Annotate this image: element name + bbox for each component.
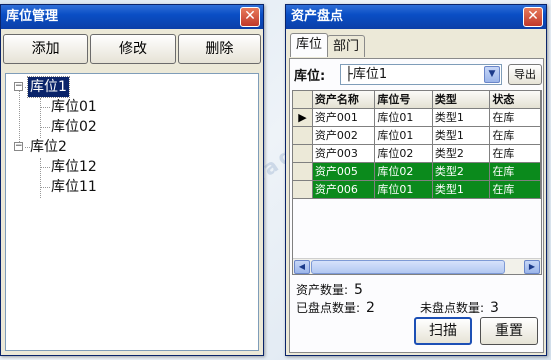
reset-button[interactable]: 重置 [480, 317, 538, 345]
checked-count-stat: 已盘点数量: 2 [296, 299, 375, 316]
export-button[interactable]: 导出 [508, 64, 542, 85]
unchecked-count-value: 3 [490, 300, 499, 316]
cell-asset-name[interactable]: 资产006 [312, 181, 376, 199]
right-titlebar: 资产盘点 ✕ [286, 5, 546, 29]
tree-label-location2[interactable]: 库位2 [30, 137, 67, 157]
column-header-status[interactable]: 状态 [490, 91, 541, 109]
cell-asset-name[interactable]: 资产002 [312, 127, 376, 145]
row-header[interactable] [293, 163, 313, 181]
tree-label-location1[interactable]: 库位1 [27, 76, 70, 98]
tab-panel: 库位: ├库位1 ▼ 导出 资产名称 库位号 类型 状态 ▶ 资产001 库位01 类… [289, 58, 544, 353]
tree-node-location1[interactable]: − 库位1 [6, 76, 258, 98]
checked-count-value: 2 [366, 300, 375, 316]
tree-label-location02[interactable]: 库位02 [51, 117, 97, 137]
cell-status[interactable]: 在库 [490, 127, 541, 145]
tree-line [40, 107, 50, 108]
column-header-type[interactable]: 类型 [432, 91, 491, 109]
tree-line [40, 167, 50, 168]
tree-line [40, 187, 50, 188]
asset-count-label: 资产数量: [296, 283, 349, 297]
collapse-icon[interactable]: − [14, 142, 23, 151]
tree-node-location11[interactable]: 库位11 [6, 177, 258, 197]
scroll-left-icon[interactable]: ◀ [294, 260, 310, 274]
grid-header: 资产名称 库位号 类型 状态 [293, 91, 541, 109]
add-button[interactable]: 添加 [3, 34, 89, 64]
cell-asset-name[interactable]: 资产005 [312, 163, 376, 181]
tab-location[interactable]: 库位 [290, 33, 329, 57]
tree-label-location12[interactable]: 库位12 [51, 157, 97, 177]
left-close-icon[interactable]: ✕ [240, 7, 260, 27]
cell-type[interactable]: 类型1 [432, 127, 491, 145]
table-row[interactable]: 资产005 库位02 类型2 在库 [293, 163, 541, 181]
tab-department[interactable]: 部门 [327, 35, 366, 57]
grid-body: ▶ 资产001 库位01 类型1 在库 资产002 库位01 类型1 在库 资产003 库位02 类型… [293, 109, 541, 199]
location-select[interactable]: ├库位1 ▼ [340, 64, 502, 85]
scrollbar-thumb[interactable] [311, 260, 505, 274]
row-header-corner [293, 91, 313, 109]
cell-type[interactable]: 类型2 [432, 145, 491, 163]
table-row[interactable]: 资产003 库位02 类型2 在库 [293, 145, 541, 163]
tree-node-location2[interactable]: − 库位2 [6, 137, 258, 157]
cell-type[interactable]: 类型2 [432, 163, 491, 181]
table-row[interactable]: 资产006 库位01 类型1 在库 [293, 181, 541, 199]
row-pointer-icon[interactable]: ▶ [293, 109, 313, 127]
right-close-icon[interactable]: ✕ [523, 7, 543, 27]
cell-status[interactable]: 在库 [490, 145, 541, 163]
scroll-right-icon[interactable]: ▶ [524, 260, 540, 274]
cell-status[interactable]: 在库 [490, 163, 541, 181]
tab-bar: 库位 部门 [290, 33, 366, 57]
cell-asset-name[interactable]: 资产001 [312, 109, 376, 127]
cell-location-no[interactable]: 库位01 [375, 127, 433, 145]
cell-location-no[interactable]: 库位01 [375, 109, 433, 127]
tree-label-location11[interactable]: 库位11 [51, 177, 97, 197]
tree-node-location01[interactable]: 库位01 [6, 97, 258, 117]
delete-button[interactable]: 删除 [177, 34, 261, 64]
unchecked-count-stat: 未盘点数量: 3 [420, 299, 499, 316]
asset-inventory-window: 资产盘点 ✕ 库位 部门 库位: ├库位1 ▼ 导出 资产名称 库位号 类型 状… [285, 4, 547, 356]
asset-count-stat: 资产数量: 5 [296, 281, 363, 298]
checked-count-label: 已盘点数量: [296, 301, 361, 315]
tree-node-location12[interactable]: 库位12 [6, 157, 258, 177]
cell-type[interactable]: 类型1 [432, 109, 491, 127]
cell-location-no[interactable]: 库位01 [375, 181, 433, 199]
location-select-value: ├库位1 [345, 67, 388, 82]
horizontal-scrollbar[interactable]: ◀ ▶ [293, 258, 541, 274]
collapse-icon[interactable]: − [14, 82, 23, 91]
tree-node-location02[interactable]: 库位02 [6, 117, 258, 137]
cell-status[interactable]: 在库 [490, 109, 541, 127]
location-label: 库位: [294, 69, 326, 84]
asset-grid: 资产名称 库位号 类型 状态 ▶ 资产001 库位01 类型1 在库 资产002 库位01 类… [292, 90, 542, 275]
unchecked-count-label: 未盘点数量: [420, 301, 485, 315]
left-window-title: 库位管理 [6, 9, 59, 24]
table-row[interactable]: ▶ 资产001 库位01 类型1 在库 [293, 109, 541, 127]
asset-count-value: 5 [354, 282, 363, 298]
column-header-asset-name[interactable]: 资产名称 [312, 91, 376, 109]
tree-label-location01[interactable]: 库位01 [51, 97, 97, 117]
table-row[interactable]: 资产002 库位01 类型1 在库 [293, 127, 541, 145]
chevron-down-icon[interactable]: ▼ [484, 66, 500, 83]
column-header-location-no[interactable]: 库位号 [375, 91, 433, 109]
scan-button[interactable]: 扫描 [414, 317, 472, 345]
row-header[interactable] [293, 181, 313, 199]
left-toolbar: 添加 修改 删除 [1, 29, 263, 64]
cell-asset-name[interactable]: 资产003 [312, 145, 376, 163]
cell-location-no[interactable]: 库位02 [375, 163, 433, 181]
location-management-window: 库位管理 ✕ 添加 修改 删除 − 库位1 库位01 库位02 − 库位2 库位… [0, 4, 264, 356]
location-tree[interactable]: − 库位1 库位01 库位02 − 库位2 库位12 库位11 [5, 73, 259, 351]
cell-type[interactable]: 类型1 [432, 181, 491, 199]
cell-status[interactable]: 在库 [490, 181, 541, 199]
left-titlebar: 库位管理 ✕ [1, 5, 263, 29]
tree-line [40, 127, 50, 128]
cell-location-no[interactable]: 库位02 [375, 145, 433, 163]
edit-button[interactable]: 修改 [90, 34, 176, 64]
right-window-title: 资产盘点 [291, 9, 344, 24]
row-header[interactable] [293, 145, 313, 163]
row-header[interactable] [293, 127, 313, 145]
